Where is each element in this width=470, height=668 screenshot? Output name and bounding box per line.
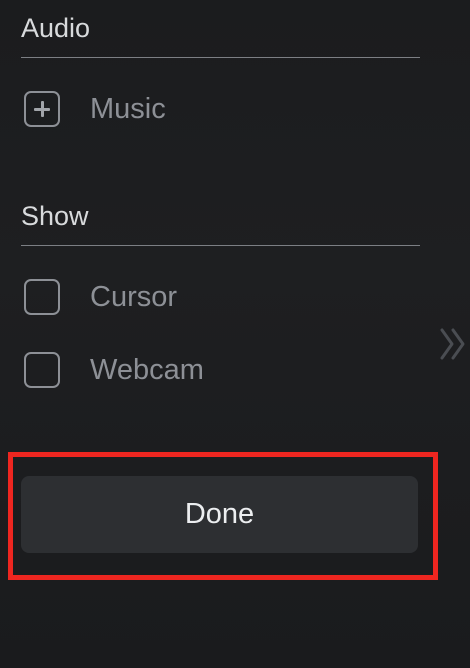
audio-section-title: Audio [21,13,91,43]
cursor-label: Cursor [90,281,178,313]
plus-icon[interactable] [24,91,60,127]
cursor-option[interactable]: Cursor [24,277,177,317]
add-music-row[interactable]: Music [24,89,166,129]
webcam-checkbox[interactable] [24,352,60,388]
webcam-option[interactable]: Webcam [24,350,204,390]
cursor-checkbox[interactable] [24,279,60,315]
music-label: Music [90,93,166,125]
audio-divider [21,57,420,58]
show-divider [21,245,420,246]
webcam-label: Webcam [90,354,204,386]
double-chevron-right-icon[interactable] [438,324,470,364]
done-button[interactable]: Done [21,476,418,553]
show-section-title: Show [21,201,89,231]
